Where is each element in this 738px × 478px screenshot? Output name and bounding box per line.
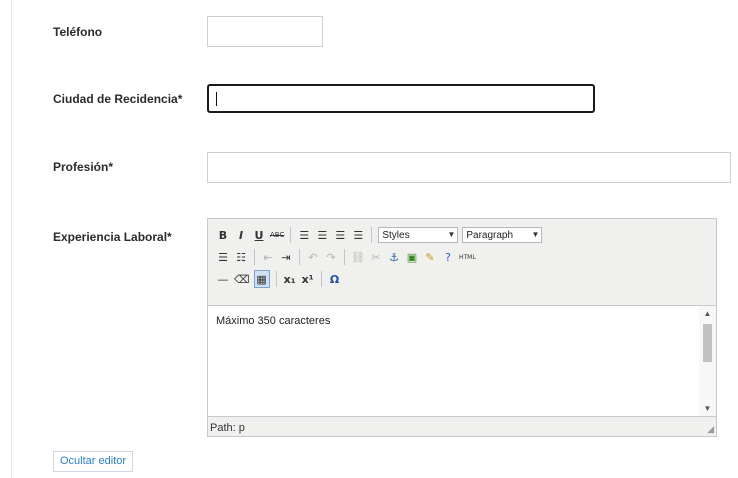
editor-scrollbar[interactable]: ▲ ▼ bbox=[699, 306, 716, 416]
styles-select[interactable]: Styles ▼ bbox=[378, 227, 459, 243]
left-border-line bbox=[11, 0, 12, 478]
editor-content-text: Máximo 350 caracteres bbox=[216, 315, 331, 327]
toolbar-separator bbox=[320, 271, 322, 287]
format-select-value: Paragraph bbox=[466, 229, 514, 241]
profesion-input[interactable] bbox=[207, 152, 731, 183]
ciudad-label: Ciudad de Recidencia* bbox=[53, 92, 183, 106]
visual-aid-icon[interactable]: ▦ bbox=[253, 270, 270, 288]
horizontal-rule-icon[interactable]: — bbox=[216, 271, 230, 287]
chevron-down-icon: ▼ bbox=[447, 230, 456, 239]
toolbar-row-1: B I U ABC ☰ ☰ ☰ ☰ Styles ▼ Paragraph ▼ bbox=[216, 225, 543, 245]
redo-icon[interactable]: ↷ bbox=[324, 249, 338, 265]
special-char-icon[interactable]: Ω bbox=[328, 271, 342, 287]
align-center-icon[interactable]: ☰ bbox=[315, 227, 329, 243]
underline-icon[interactable]: U bbox=[252, 227, 266, 243]
outdent-icon[interactable]: ⇤ bbox=[261, 249, 275, 265]
html-icon[interactable]: HTML bbox=[459, 249, 476, 265]
styles-select-value: Styles bbox=[382, 229, 410, 241]
profesion-label: Profesión* bbox=[53, 160, 114, 174]
format-select[interactable]: Paragraph ▼ bbox=[462, 227, 543, 243]
align-left-icon[interactable]: ☰ bbox=[297, 227, 311, 243]
superscript-icon[interactable]: x¹ bbox=[301, 271, 315, 287]
telefono-label: Teléfono bbox=[53, 25, 103, 39]
align-justify-icon[interactable]: ☰ bbox=[351, 227, 365, 243]
bullet-list-icon[interactable]: ☰ bbox=[216, 249, 230, 265]
numbered-list-icon[interactable]: ☷ bbox=[234, 249, 248, 265]
ciudad-input[interactable] bbox=[207, 84, 595, 113]
toolbar-separator bbox=[290, 227, 292, 243]
toolbar-separator bbox=[371, 227, 373, 243]
italic-icon[interactable]: I bbox=[234, 227, 248, 243]
indent-icon[interactable]: ⇥ bbox=[279, 249, 293, 265]
toggle-editor-button[interactable]: Ocultar editor bbox=[53, 451, 134, 472]
experiencia-label: Experiencia Laboral* bbox=[53, 230, 172, 244]
align-right-icon[interactable]: ☰ bbox=[333, 227, 347, 243]
scroll-down-icon[interactable]: ▼ bbox=[699, 404, 716, 413]
image-icon[interactable]: ▣ bbox=[405, 249, 419, 265]
remove-format-icon[interactable]: ⌫ bbox=[234, 271, 250, 287]
editor-path-status: Path: p bbox=[210, 422, 245, 434]
toolbar-separator bbox=[299, 249, 300, 265]
toolbar-separator bbox=[344, 249, 345, 265]
resize-grip-icon[interactable]: ◢ bbox=[707, 424, 714, 435]
toolbar-separator bbox=[254, 249, 255, 265]
editor-content-area[interactable]: Máximo 350 caracteres ▲ ▼ bbox=[208, 305, 716, 417]
anchor-icon[interactable]: ⚓ bbox=[387, 249, 401, 265]
text-caret bbox=[216, 92, 217, 106]
chevron-down-icon: ▼ bbox=[531, 230, 540, 239]
toolbar-separator bbox=[275, 271, 277, 287]
telefono-input[interactable] bbox=[207, 16, 323, 47]
undo-icon[interactable]: ↶ bbox=[306, 249, 320, 265]
toolbar-row-3: — ⌫ ▦ x₁ x¹ Ω bbox=[216, 269, 342, 289]
toolbar-row-2: ☰ ☷ ⇤ ⇥ ↶ ↷ ⛓ ✂ ⚓ ▣ ✎ ? HTML bbox=[216, 247, 476, 267]
help-icon[interactable]: ? bbox=[441, 249, 455, 265]
strikethrough-icon[interactable]: ABC bbox=[270, 227, 284, 243]
unlink-icon[interactable]: ✂ bbox=[369, 249, 383, 265]
cleanup-icon[interactable]: ✎ bbox=[423, 249, 437, 265]
scroll-thumb[interactable] bbox=[703, 324, 712, 362]
bold-icon[interactable]: B bbox=[216, 227, 230, 243]
link-icon[interactable]: ⛓ bbox=[351, 249, 365, 265]
rich-text-editor[interactable]: B I U ABC ☰ ☰ ☰ ☰ Styles ▼ Paragraph ▼ ☰… bbox=[207, 218, 717, 437]
scroll-up-icon[interactable]: ▲ bbox=[699, 309, 716, 318]
subscript-icon[interactable]: x₁ bbox=[283, 271, 297, 287]
